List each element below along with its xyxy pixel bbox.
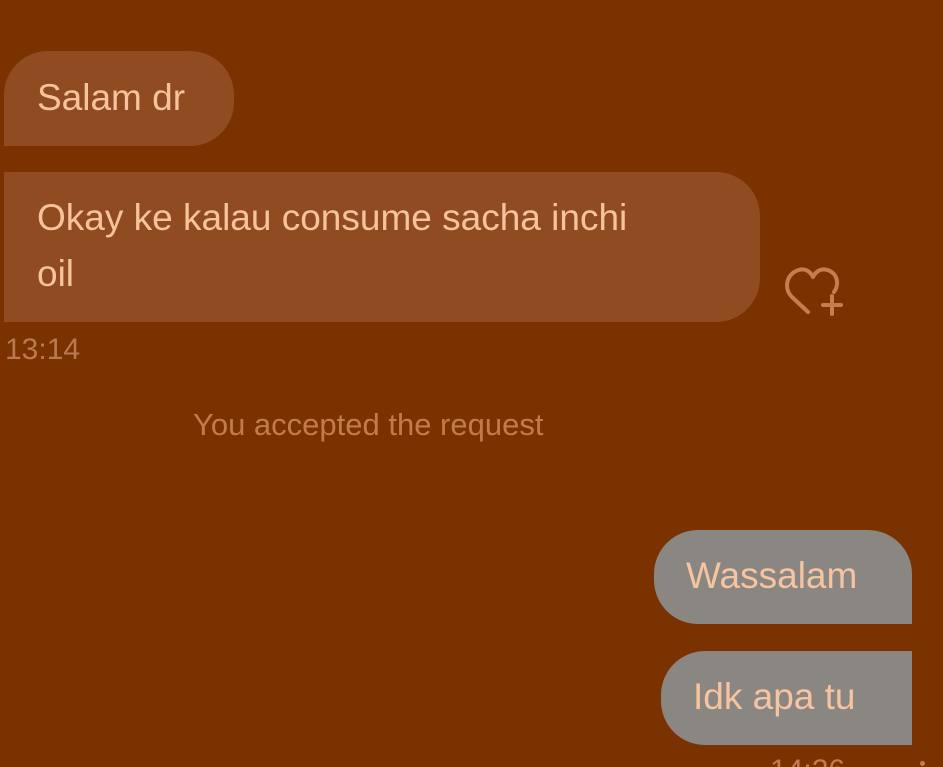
outgoing-message-meta: 14:26	[770, 748, 943, 767]
incoming-message-bubble[interactable]: Okay ke kalau consume sacha inchi oil	[4, 172, 760, 322]
message-text-line: Okay ke kalau consume sacha inchi	[37, 197, 628, 238]
message-text-line: oil	[37, 253, 75, 294]
outgoing-message-bubble[interactable]: Idk apa tu	[661, 651, 912, 745]
incoming-message-bubble[interactable]: Salam dr	[4, 51, 234, 146]
system-request-notice: You accepted the request	[193, 407, 544, 442]
message-text: Salam dr	[37, 77, 186, 118]
message-text: Wassalam	[686, 555, 858, 596]
incoming-message-time: 13:14	[5, 333, 81, 366]
read-status-icon	[920, 761, 925, 766]
heart-plus-icon[interactable]	[784, 262, 846, 320]
outgoing-message-bubble[interactable]: Wassalam	[654, 530, 912, 624]
message-text: Idk apa tu	[693, 676, 856, 717]
outgoing-message-time: 14:26	[770, 754, 845, 767]
